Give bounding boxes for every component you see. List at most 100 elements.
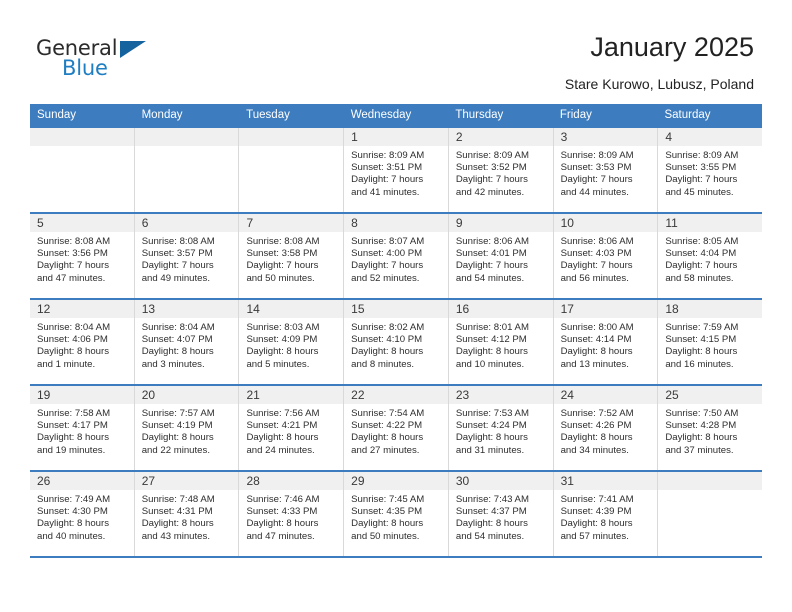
day-number-band: 21 xyxy=(239,386,344,405)
day-sunset-text: Sunset: 4:09 PM xyxy=(246,334,318,346)
calendar-day-cell[interactable]: 20 Sunrise: 7:57 AM Sunset: 4:19 PM Dayligh… xyxy=(134,386,240,470)
day-sun-info: Sunrise: 7:48 AM Sunset: 4:31 PM Daylight:… xyxy=(135,491,239,543)
day-daylight1-text: Daylight: 8 hours xyxy=(560,432,633,444)
weekday-header-monday: Monday xyxy=(141,109,183,121)
calendar-day-cell[interactable]: 8 Sunrise: 8:07 AM Sunset: 4:00 PM Daylight… xyxy=(344,214,449,298)
day-number: 9 xyxy=(455,216,463,230)
day-daylight2-text: and 40 minutes. xyxy=(37,530,106,542)
day-number: 2 xyxy=(455,130,463,144)
day-sunrise-text: Sunrise: 7:49 AM xyxy=(37,494,111,505)
day-number-band: 7 xyxy=(239,214,344,233)
calendar-week-row: 19 Sunrise: 7:58 AM Sunset: 4:17 PM Dayligh… xyxy=(30,384,763,470)
day-daylight1-text: Daylight: 8 hours xyxy=(246,432,319,444)
day-number-band: 1 xyxy=(344,128,448,147)
calendar-day-cell[interactable]: 13 Sunrise: 8:04 AM Sunset: 4:07 PM Dayligh… xyxy=(134,300,240,384)
day-daylight2-text: and 45 minutes. xyxy=(665,186,734,198)
calendar-day-cell[interactable]: 12 Sunrise: 8:04 AM Sunset: 4:06 PM Dayligh… xyxy=(30,300,135,384)
calendar-day-cell[interactable]: 31 Sunrise: 7:41 AM Sunset: 4:39 PM Dayligh… xyxy=(553,472,659,556)
weekday-header-sunday: Sunday xyxy=(37,109,77,121)
day-sunrise-text: Sunrise: 8:05 AM xyxy=(665,236,739,247)
logo-triangle-icon xyxy=(120,41,146,58)
calendar-day-cell[interactable]: 28 Sunrise: 7:46 AM Sunset: 4:33 PM Dayligh… xyxy=(239,472,345,556)
day-sunset-text: Sunset: 4:31 PM xyxy=(141,506,213,518)
calendar-day-cell[interactable]: 4 Sunrise: 8:09 AM Sunset: 3:55 PM Daylight… xyxy=(658,128,763,212)
day-number-band: 17 xyxy=(553,300,658,319)
day-number: 18 xyxy=(665,302,679,316)
calendar-day-cell[interactable]: 1 Sunrise: 8:09 AM Sunset: 3:51 PM Daylight… xyxy=(344,128,449,212)
day-daylight1-text: Daylight: 7 hours xyxy=(37,260,109,272)
day-daylight1-text: Daylight: 8 hours xyxy=(37,432,109,444)
day-daylight1-text: Daylight: 7 hours xyxy=(665,174,738,186)
day-daylight1-text: Daylight: 8 hours xyxy=(141,518,214,530)
calendar-day-cell[interactable]: 9 Sunrise: 8:06 AM Sunset: 4:01 PM Daylight… xyxy=(448,214,554,298)
calendar-week-row: 12 Sunrise: 8:04 AM Sunset: 4:06 PM Dayligh… xyxy=(30,298,763,384)
day-number-band: 6 xyxy=(134,214,239,233)
day-daylight2-text: and 54 minutes. xyxy=(455,272,525,284)
calendar-day-cell[interactable]: 3 Sunrise: 8:09 AM Sunset: 3:53 PM Daylight… xyxy=(553,128,659,212)
day-sunset-text: Sunset: 4:24 PM xyxy=(455,420,527,432)
calendar-day-cell[interactable]: 17 Sunrise: 8:00 AM Sunset: 4:14 PM Dayligh… xyxy=(553,300,659,384)
day-daylight1-text: Daylight: 7 hours xyxy=(246,260,319,272)
day-sun-info: Sunrise: 7:53 AM Sunset: 4:24 PM Daylight:… xyxy=(449,405,553,457)
day-daylight2-text: and 43 minutes. xyxy=(141,530,210,542)
general-blue-logo[interactable]: General Blue xyxy=(36,36,156,84)
calendar-day-cell[interactable]: 23 Sunrise: 7:53 AM Sunset: 4:24 PM Dayligh… xyxy=(448,386,554,470)
calendar-day-cell[interactable]: 30 Sunrise: 7:43 AM Sunset: 4:37 PM Dayligh… xyxy=(448,472,554,556)
day-daylight1-text: Daylight: 7 hours xyxy=(455,174,528,186)
day-sunrise-text: Sunrise: 8:06 AM xyxy=(560,236,634,247)
calendar-day-cell[interactable]: 7 Sunrise: 8:08 AM Sunset: 3:58 PM Daylight… xyxy=(239,214,345,298)
calendar-day-cell[interactable]: 16 Sunrise: 8:01 AM Sunset: 4:12 PM Dayligh… xyxy=(448,300,554,384)
calendar-day-cell[interactable]: 2 Sunrise: 8:09 AM Sunset: 3:52 PM Daylight… xyxy=(448,128,554,212)
calendar-day-cell[interactable]: 18 Sunrise: 7:59 AM Sunset: 4:15 PM Dayligh… xyxy=(658,300,763,384)
calendar-day-cell[interactable]: 25 Sunrise: 7:50 AM Sunset: 4:28 PM Dayligh… xyxy=(658,386,763,470)
calendar-day-cell[interactable]: 19 Sunrise: 7:58 AM Sunset: 4:17 PM Dayligh… xyxy=(30,386,135,470)
day-sunset-text: Sunset: 3:52 PM xyxy=(455,162,527,174)
day-number: 1 xyxy=(351,130,358,144)
calendar-day-cell[interactable]: 27 Sunrise: 7:48 AM Sunset: 4:31 PM Dayligh… xyxy=(134,472,240,556)
calendar-day-cell[interactable]: 5 Sunrise: 8:08 AM Sunset: 3:56 PM Daylight… xyxy=(30,214,135,298)
day-number-band: 10 xyxy=(553,214,658,233)
day-sunrise-text: Sunrise: 8:08 AM xyxy=(37,236,111,247)
day-sun-info: Sunrise: 7:57 AM Sunset: 4:19 PM Daylight:… xyxy=(135,405,239,457)
day-sun-info: Sunrise: 8:09 AM Sunset: 3:55 PM Daylight:… xyxy=(658,147,762,199)
calendar-day-cell[interactable]: 6 Sunrise: 8:08 AM Sunset: 3:57 PM Daylight… xyxy=(134,214,240,298)
calendar-day-cell[interactable]: 11 Sunrise: 8:05 AM Sunset: 4:04 PM Dayligh… xyxy=(658,214,763,298)
day-sunrise-text: Sunrise: 8:03 AM xyxy=(246,322,320,333)
day-number: 7 xyxy=(246,216,254,230)
calendar-day-cell[interactable]: 22 Sunrise: 7:54 AM Sunset: 4:22 PM Dayligh… xyxy=(344,386,449,470)
day-daylight2-text: and 42 minutes. xyxy=(455,186,525,198)
calendar-grid: Sunday Monday Tuesday Wednesday Thursday Frid… xyxy=(30,104,763,558)
day-number-band: 13 xyxy=(134,300,239,319)
day-daylight2-text: and 34 minutes. xyxy=(560,444,629,456)
day-sunset-text: Sunset: 3:55 PM xyxy=(665,162,737,174)
day-sun-info: Sunrise: 8:00 AM Sunset: 4:14 PM Daylight:… xyxy=(554,319,658,371)
day-daylight1-text: Daylight: 8 hours xyxy=(455,518,528,530)
day-sun-info: Sunrise: 7:46 AM Sunset: 4:33 PM Daylight:… xyxy=(239,491,343,543)
day-number-band: 8 xyxy=(344,214,448,233)
day-daylight2-text: and 58 minutes. xyxy=(665,272,734,284)
day-number: 15 xyxy=(351,302,365,316)
day-sunrise-text: Sunrise: 8:04 AM xyxy=(141,322,215,333)
calendar-day-cell[interactable]: 29 Sunrise: 7:45 AM Sunset: 4:35 PM Dayligh… xyxy=(344,472,449,556)
day-number-band: 11 xyxy=(658,214,763,233)
day-daylight2-text: and 27 minutes. xyxy=(351,444,420,456)
day-sunset-text: Sunset: 4:39 PM xyxy=(560,506,632,518)
calendar-day-cell[interactable]: 14 Sunrise: 8:03 AM Sunset: 4:09 PM Dayligh… xyxy=(239,300,345,384)
calendar-day-cell[interactable]: 15 Sunrise: 8:02 AM Sunset: 4:10 PM Dayligh… xyxy=(344,300,449,384)
day-number-band xyxy=(30,128,134,147)
day-daylight2-text: and 44 minutes. xyxy=(560,186,629,198)
day-daylight1-text: Daylight: 8 hours xyxy=(246,346,319,358)
day-sun-info: Sunrise: 8:08 AM Sunset: 3:57 PM Daylight:… xyxy=(135,233,239,285)
calendar-day-cell[interactable]: 10 Sunrise: 8:06 AM Sunset: 4:03 PM Dayligh… xyxy=(553,214,659,298)
weekday-header-thursday: Thursday xyxy=(455,109,504,121)
day-daylight2-text: and 50 minutes. xyxy=(351,530,420,542)
day-sunset-text: Sunset: 4:26 PM xyxy=(560,420,632,432)
calendar-day-cell[interactable]: 26 Sunrise: 7:49 AM Sunset: 4:30 PM Dayligh… xyxy=(30,472,135,556)
day-daylight1-text: Daylight: 8 hours xyxy=(665,346,738,358)
calendar-day-cell[interactable]: 21 Sunrise: 7:56 AM Sunset: 4:21 PM Dayligh… xyxy=(239,386,345,470)
day-number-band: 20 xyxy=(134,386,239,405)
day-number-band: 26 xyxy=(30,472,134,491)
calendar-day-cell[interactable]: 24 Sunrise: 7:52 AM Sunset: 4:26 PM Dayligh… xyxy=(553,386,659,470)
day-sunrise-text: Sunrise: 8:00 AM xyxy=(560,322,634,333)
day-number: 12 xyxy=(37,302,51,316)
